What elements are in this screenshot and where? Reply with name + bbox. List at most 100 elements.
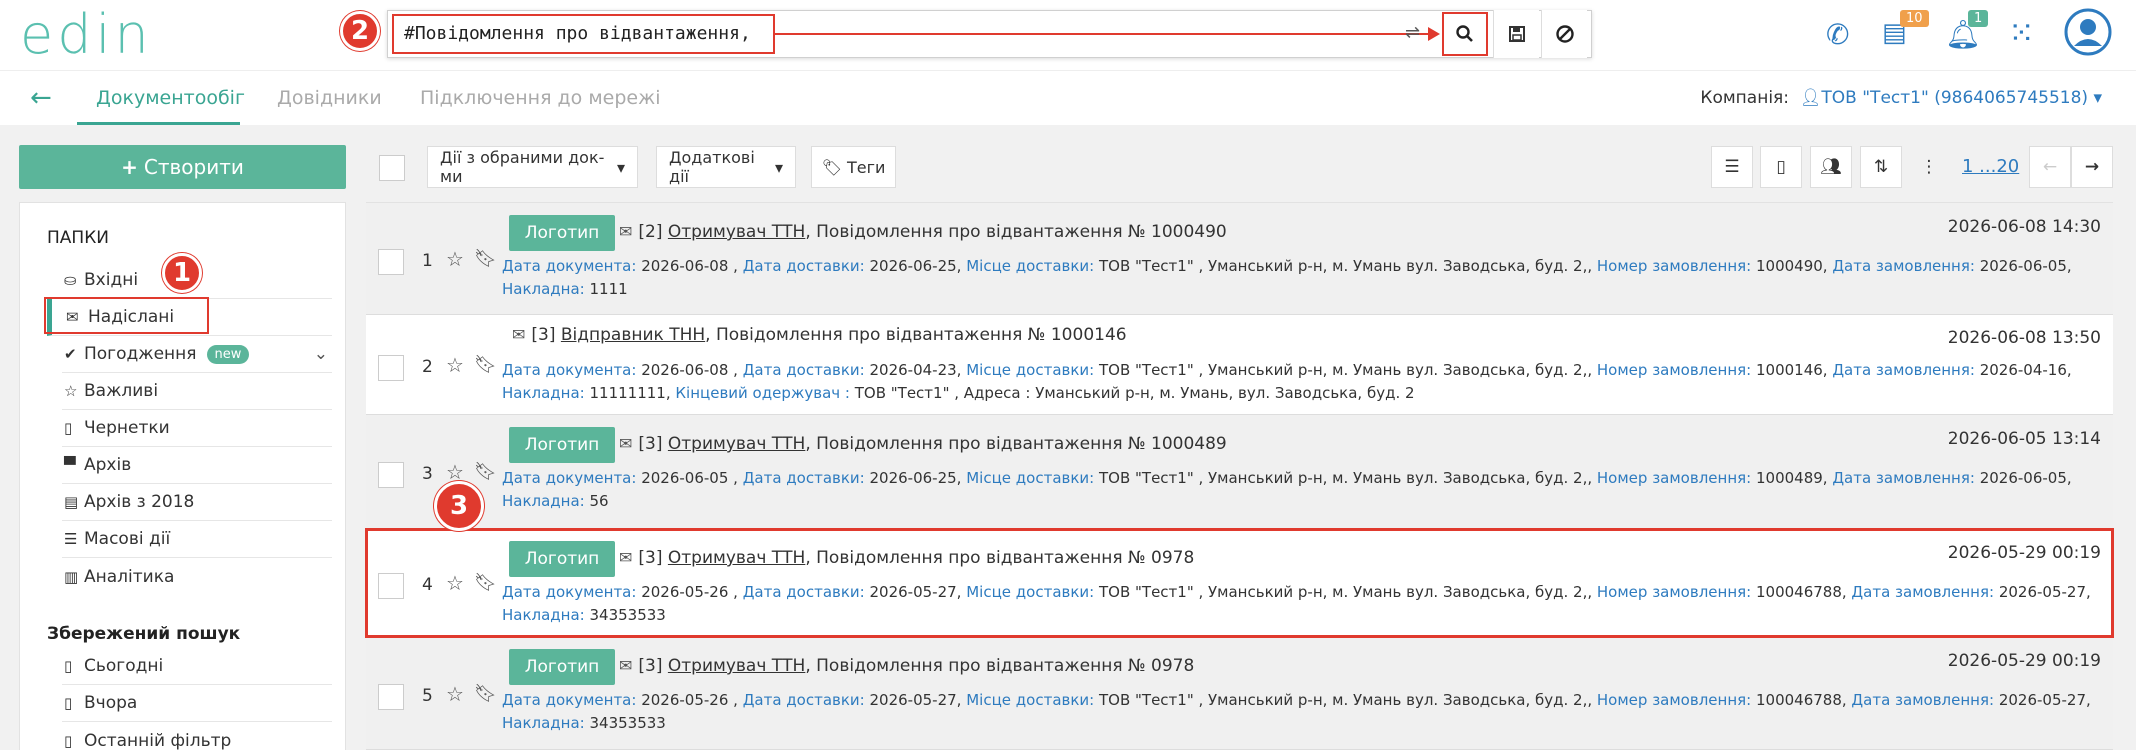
row-checkbox[interactable] — [378, 249, 404, 275]
row-checkbox[interactable] — [378, 355, 404, 381]
back-arrow-icon[interactable]: ← — [30, 83, 52, 113]
party-link[interactable]: Відправник ТНН — [561, 325, 705, 345]
phone-icon[interactable]: ✆ — [1826, 18, 1849, 51]
star-icon[interactable]: ☆ — [446, 247, 464, 271]
active-tab-indicator — [77, 122, 240, 125]
field-value: 2026-06-25, — [864, 257, 967, 275]
document-row[interactable]: 5 ☆ 🔖︎ Логотип ✉ [3] Отримувач ТТН, Повід… — [366, 637, 2113, 750]
field-value: 34353533 — [584, 714, 666, 732]
pagination[interactable]: 1 ...20 — [1962, 156, 2019, 177]
create-button-label: Створити — [143, 155, 244, 179]
saved-search-yesterday[interactable]: ▯ Вчора — [62, 685, 332, 722]
sort-button[interactable]: ⇅ — [1860, 146, 1902, 188]
document-title[interactable]: ✉ [3] Отримувач ТТН, Повідомлення про від… — [619, 656, 1194, 676]
meta-line-1: Дата документа: 2026-06-05 , Дата достав… — [502, 467, 2072, 490]
top-bar: edin #Повідомлення про відвантаження, ⇌ … — [0, 0, 2136, 70]
sidebar-item-label: Аналітика — [84, 566, 175, 587]
document-row[interactable]: 2 ☆ 🔖︎ ✉ [3] Відправник ТНН, Повідомлення… — [366, 315, 2113, 415]
tab-document-flow[interactable]: Документообіг — [96, 87, 245, 109]
field-label: Номер замовлення: — [1596, 469, 1752, 487]
list-view-button[interactable]: ☰ — [1711, 146, 1753, 188]
archive-icon: ▀ — [64, 456, 76, 474]
bookmark-icon[interactable]: 🔖︎ — [474, 248, 497, 269]
document-meta: Дата документа: 2026-05-26 , Дата достав… — [502, 689, 2091, 735]
sidebar-item-archive-2018[interactable]: ▤ Архів з 2018 — [62, 484, 332, 521]
edin-logo[interactable]: edin — [20, 8, 153, 62]
file-icon: ▯ — [64, 657, 73, 675]
group-view-button[interactable]: 👥︎ — [1810, 146, 1852, 188]
meta-line-1: Дата документа: 2026-06-08 , Дата достав… — [502, 255, 2072, 278]
document-title[interactable]: ✉ [2] Отримувач ТТН, Повідомлення про від… — [619, 222, 1227, 242]
field-value: 2026-05-27, — [1994, 691, 2091, 709]
field-value: 2026-06-05, — [1974, 469, 2072, 487]
next-page-button[interactable]: → — [2071, 146, 2113, 188]
annotation-highlight-row-4 — [365, 528, 2114, 638]
bookmark-icon[interactable]: 🔖︎ — [474, 461, 497, 482]
row-checkbox[interactable] — [378, 462, 404, 488]
tags-button[interactable]: 🏷︎ Теги — [811, 146, 896, 188]
field-value: 2026-05-26 , — [636, 691, 743, 709]
envelope-open-icon: ✉ — [619, 656, 633, 675]
tab-directories[interactable]: Довідники — [277, 87, 382, 109]
extra-actions-dropdown[interactable]: Додаткові дії ▾ — [656, 146, 796, 188]
document-index: [3] — [638, 656, 668, 676]
tab-network-connection[interactable]: Підключення до мережі — [420, 87, 661, 109]
search-input[interactable]: #Повідомлення про відвантаження, — [392, 14, 775, 54]
plus-icon: + — [121, 155, 138, 179]
chevron-down-icon[interactable]: ⌄ — [314, 344, 328, 364]
row-number: 2 — [422, 357, 433, 377]
search-button[interactable] — [1442, 12, 1488, 56]
saved-search-last-filter[interactable]: ▯ Останній фільтр — [62, 722, 332, 750]
party-link[interactable]: Отримувач ТТН — [668, 656, 805, 676]
sliders-icon[interactable]: ⇌ — [1405, 22, 1420, 43]
bookmark-icon[interactable]: 🔖︎ — [474, 354, 497, 375]
prev-page-button[interactable]: ← — [2029, 146, 2071, 188]
sidebar-item-analytics[interactable]: ▥ Аналітика — [62, 558, 332, 595]
create-button[interactable]: + Створити — [19, 145, 346, 189]
logo-button[interactable]: Логотип — [509, 427, 615, 463]
sidebar-item-approval[interactable]: ✔ Погодження new ⌄ — [62, 336, 332, 373]
row-checkbox[interactable] — [378, 684, 404, 710]
star-icon[interactable]: ☆ — [446, 682, 464, 706]
logo-button[interactable]: Логотип — [509, 649, 615, 685]
field-label: Дата доставки: — [742, 361, 865, 379]
apps-grid-icon[interactable]: ⁙ — [2008, 14, 2035, 52]
sidebar-item-important[interactable]: ☆ Важливі — [62, 373, 332, 410]
document-title[interactable]: ✉ [3] Отримувач ТТН, Повідомлення про від… — [619, 434, 1227, 454]
select-all-checkbox[interactable] — [379, 155, 405, 181]
sidebar-item-mass-actions[interactable]: ☰ Масові дії — [62, 521, 332, 558]
star-icon[interactable]: ☆ — [446, 353, 464, 377]
inbox-icon: ⛀ — [64, 271, 77, 289]
field-label: Накладна: — [502, 280, 585, 298]
party-link[interactable]: Отримувач ТТН — [668, 434, 805, 454]
sidebar-item-drafts[interactable]: ▯ Чернетки — [62, 410, 332, 447]
meta-line-2: Накладна: 56 — [502, 490, 2072, 513]
saved-search-today[interactable]: ▯ Сьогодні — [62, 648, 332, 685]
save-search-button[interactable] — [1493, 10, 1539, 58]
company-selector[interactable]: Компанія: 👤︎ТОВ "Тест1" (9864065745518) … — [1700, 88, 2102, 108]
company-value[interactable]: ТОВ "Тест1" (9864065745518) — [1821, 88, 2088, 108]
field-value: 1111 — [584, 280, 628, 298]
sidebar-item-archive[interactable]: ▀ Архів — [62, 447, 332, 484]
chevron-down-icon: ▾ — [2088, 88, 2102, 108]
field-value: 1000146, — [1751, 361, 1833, 379]
field-value: 2026-06-08 , — [636, 361, 743, 379]
field-value: 2026-06-08 , — [636, 257, 743, 275]
file-icon: ▯ — [64, 419, 73, 437]
logo-button[interactable]: Логотип — [509, 215, 615, 251]
document-title[interactable]: ✉ [3] Відправник ТНН, Повідомлення про ві… — [512, 325, 1127, 345]
envelope-open-icon: ✉ — [619, 434, 633, 453]
field-label: Дата доставки: — [742, 257, 865, 275]
document-row[interactable]: 3 ☆ 🔖︎ Логотип ✉ [3] Отримувач ТТН, Повід… — [366, 415, 2113, 529]
document-view-button[interactable]: ▯ — [1760, 146, 1802, 188]
user-avatar-icon[interactable] — [2064, 8, 2112, 56]
selected-actions-dropdown[interactable]: Дії з обраними док-ми ▾ — [427, 146, 638, 188]
more-options-button[interactable]: ⋮ — [1909, 146, 1949, 188]
cancel-icon — [1555, 25, 1574, 43]
bookmark-icon[interactable]: 🔖︎ — [474, 683, 497, 704]
party-link[interactable]: Отримувач ТТН — [668, 222, 805, 242]
list-icon: ☰ — [64, 530, 78, 548]
sidebar-item-label: Важливі — [84, 381, 159, 401]
document-row[interactable]: 1 ☆ 🔖︎ Логотип ✉ [2] Отримувач ТТН, Повід… — [366, 203, 2113, 315]
clear-search-button[interactable] — [1541, 10, 1587, 58]
